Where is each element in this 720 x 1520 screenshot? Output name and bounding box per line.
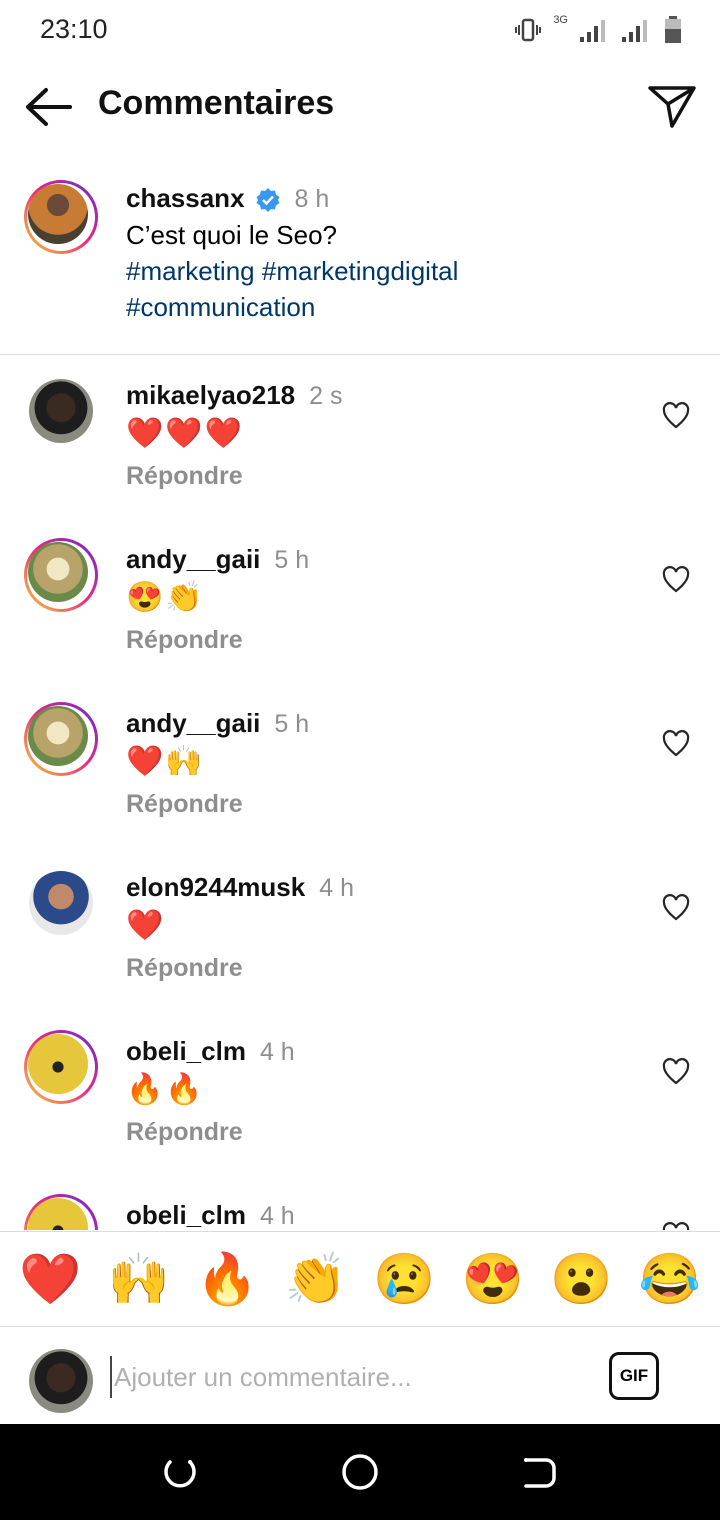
comment-item: andy__gaii 5 h ❤️🙌 Répondre [0, 684, 720, 848]
comment-time: 4 h [319, 874, 354, 902]
emoji-reaction-bar: ❤️ 🙌 🔥 👏 😢 😍 😮 😂 [0, 1231, 720, 1327]
avatar[interactable] [24, 374, 98, 448]
like-heart-icon[interactable] [662, 730, 690, 758]
comment-item: obeli_clm 4 h [0, 1176, 720, 1230]
arrow-left-icon [26, 88, 72, 126]
battery-icon [665, 16, 681, 43]
avatar[interactable] [24, 1194, 98, 1230]
comment-username[interactable]: andy__gaii [126, 708, 260, 738]
current-user-avatar [24, 1344, 98, 1418]
avatar[interactable] [24, 702, 98, 776]
like-heart-icon[interactable] [662, 1222, 690, 1230]
hashtag-link[interactable]: #communication [126, 292, 315, 322]
avatar[interactable] [24, 538, 98, 612]
emoji-surprised-button[interactable]: 😮 [550, 1250, 612, 1309]
paper-plane-icon [648, 86, 696, 128]
comment-item: andy__gaii 5 h 😍👏 Répondre [0, 520, 720, 684]
reply-button[interactable]: Répondre [126, 626, 243, 655]
share-button[interactable] [646, 80, 698, 132]
status-time: 23:10 [40, 14, 108, 44]
hashtag-link[interactable]: #marketingdigital [262, 256, 459, 286]
comment-text: 🔥🔥 [126, 1073, 205, 1106]
avatar[interactable] [24, 180, 98, 254]
reply-button[interactable]: Répondre [126, 462, 243, 491]
verified-badge-icon [256, 188, 280, 213]
comment-time: 4 h [259, 1202, 295, 1230]
emoji-clap-button[interactable]: 👏 [285, 1250, 347, 1309]
reply-button[interactable]: Répondre [126, 790, 243, 819]
comment-text: ❤️ [126, 909, 166, 942]
header: Commentaires [0, 62, 720, 152]
vibrate-icon [515, 18, 542, 42]
emoji-heart-button[interactable]: ❤️ [19, 1250, 81, 1309]
comment-time: 2 s [309, 382, 343, 410]
caption-time: 8 h [294, 185, 330, 213]
emoji-heart-eyes-button[interactable]: 😍 [462, 1250, 524, 1309]
comment-item: elon9244musk 4 h ❤️ Répondre [0, 848, 720, 1012]
signal-icon [580, 20, 605, 42]
system-nav-bar [0, 1424, 720, 1520]
status-icons: 3G [515, 14, 682, 46]
avatar[interactable] [24, 1030, 98, 1104]
status-bar: 23:10 3G [0, 0, 720, 60]
like-heart-icon[interactable] [662, 1058, 690, 1086]
avatar[interactable] [24, 866, 98, 940]
home-icon[interactable] [340, 1452, 380, 1492]
comment-text: 😍👏 [126, 581, 205, 614]
comments-list[interactable]: mikaelyao218 2 s ❤️❤️❤️ Répondre andy__ga… [0, 356, 720, 1230]
emoji-laugh-button[interactable]: 😂 [639, 1250, 701, 1309]
like-heart-icon[interactable] [662, 402, 690, 430]
back-button[interactable] [22, 82, 76, 132]
reply-button[interactable]: Répondre [126, 1118, 243, 1147]
page-title: Commentaires [98, 84, 335, 122]
caption-body: chassanx 8 h C’est quoi le Seo? #marketi… [126, 180, 686, 325]
like-heart-icon[interactable] [662, 566, 690, 594]
emoji-raised-hands-button[interactable]: 🙌 [108, 1250, 170, 1309]
comment-username[interactable]: andy__gaii [126, 544, 260, 574]
emoji-sad-button[interactable]: 😢 [373, 1250, 435, 1309]
comment-username[interactable]: mikaelyao218 [126, 380, 295, 410]
back-nav-icon[interactable] [518, 1452, 558, 1492]
like-heart-icon[interactable] [662, 894, 690, 922]
comment-username[interactable]: elon9244musk [126, 872, 305, 902]
comment-time: 5 h [274, 546, 310, 574]
comment-item: mikaelyao218 2 s ❤️❤️❤️ Répondre [0, 356, 720, 520]
comment-text: ❤️🙌 [126, 745, 205, 778]
comment-username[interactable]: obeli_clm [126, 1200, 246, 1230]
comment-time: 5 h [274, 710, 310, 738]
post-caption: chassanx 8 h C’est quoi le Seo? #marketi… [0, 170, 720, 355]
caption-text: C’est quoi le Seo? [126, 220, 338, 250]
comment-item: obeli_clm 4 h 🔥🔥 Répondre [0, 1012, 720, 1176]
reply-button[interactable]: Répondre [126, 954, 243, 983]
recent-apps-icon[interactable] [160, 1452, 200, 1492]
comment-username[interactable]: obeli_clm [126, 1036, 246, 1066]
comment-text: ❤️❤️❤️ [126, 417, 245, 450]
comment-time: 4 h [259, 1038, 295, 1066]
comment-input[interactable] [110, 1356, 586, 1398]
signal-icon-2 [622, 20, 647, 42]
network-type: 3G [553, 14, 568, 26]
emoji-fire-button[interactable]: 🔥 [196, 1250, 258, 1309]
hashtag-link[interactable]: #marketing [126, 256, 255, 286]
gif-button[interactable]: GIF [609, 1352, 659, 1400]
caption-username[interactable]: chassanx [126, 183, 245, 213]
comment-input-row: GIF [0, 1328, 720, 1424]
